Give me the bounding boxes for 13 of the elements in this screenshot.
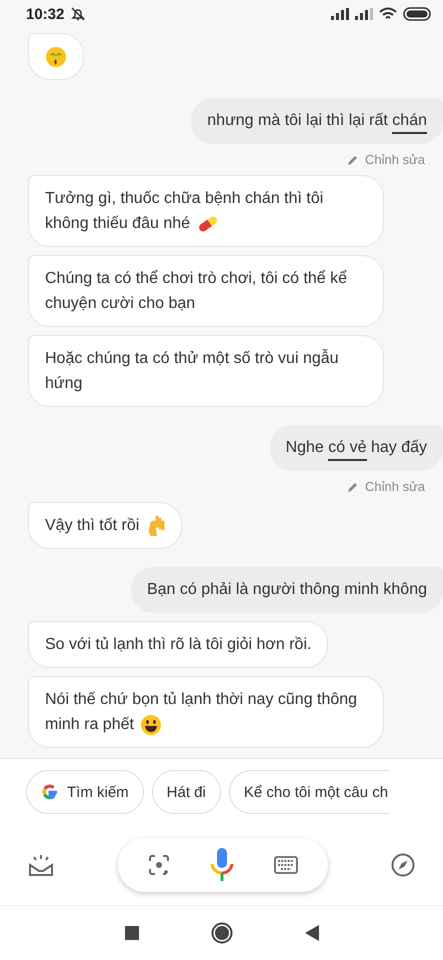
assistant-message: Vậy thì tốt rồi <box>28 502 182 549</box>
user-message: Nghe có vẻ hay đấy <box>270 425 443 471</box>
assistant-message: Chúng ta có thể chơi trò chơi, tôi có thể kể chuyện cười cho bạn <box>28 255 384 327</box>
status-time: 10:32 <box>26 6 64 22</box>
suggestion-chip[interactable]: Tìm kiếm <box>26 770 144 814</box>
user-message: Bạn có phải là người thông minh không <box>130 567 443 613</box>
assistant-message: Tưởng gì, thuốc chữa bệnh chán thì tôi không thiếu đâu nhé <box>28 175 384 247</box>
assistant-message: Hoặc chúng ta có thử một số trò vui ngẫu hứng <box>28 335 384 407</box>
assistant-message: Nói thế chứ bọn tủ lạnh thời nay cũng thông minh ra phết <box>28 676 384 748</box>
suggestion-chip[interactable]: Hát đi <box>152 770 221 814</box>
assistant-message: So với tủ lạnh thì rõ là tôi giỏi hơn rồi. <box>28 621 328 668</box>
user-message: nhưng mà tôi lại thì lại rất chán <box>191 98 443 144</box>
suggestion-chip[interactable]: Kể cho tôi một câu ch <box>228 770 390 814</box>
